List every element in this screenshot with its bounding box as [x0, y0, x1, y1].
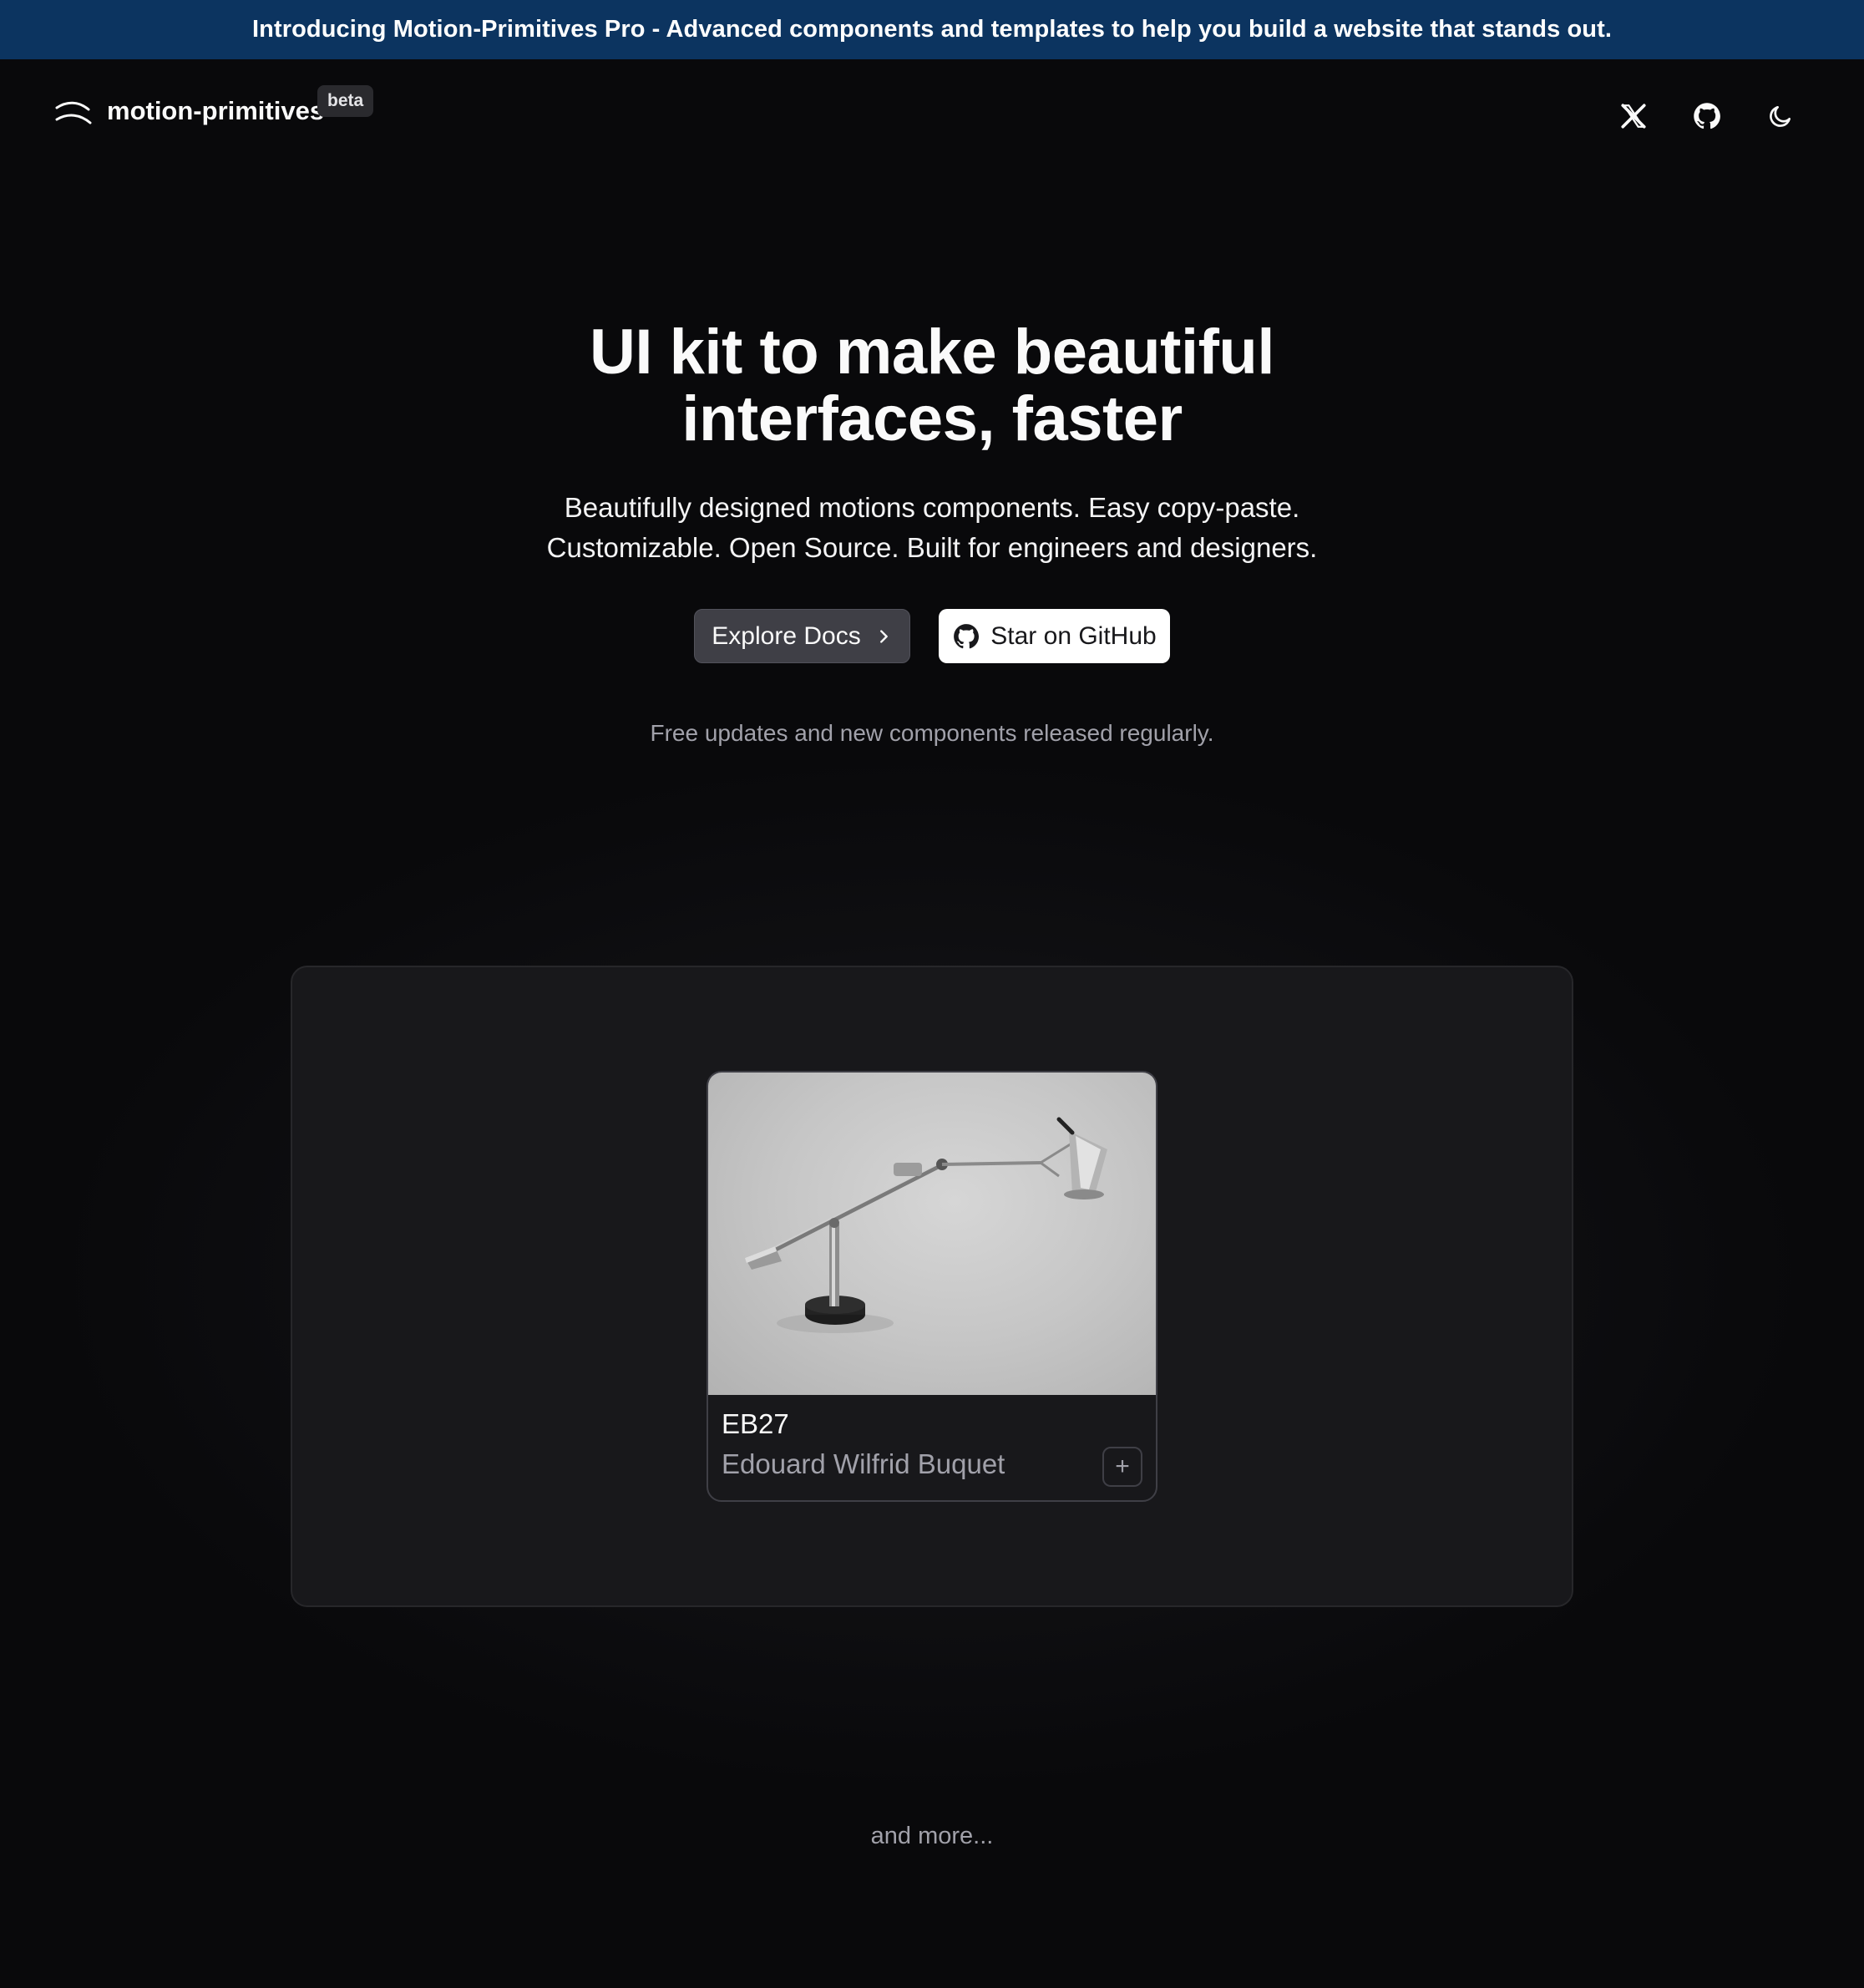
add-button[interactable]: + [1102, 1447, 1142, 1487]
logo-text[interactable]: motion-primitives [107, 96, 324, 126]
hero-title-line-2: interfaces, faster [681, 383, 1183, 454]
card-subtitle: Edouard Wilfrid Buquet [722, 1448, 1005, 1479]
and-more-text: and more... [870, 1823, 994, 1849]
announcement-text[interactable]: Introducing Motion-Primitives Pro - Adva… [252, 16, 1612, 43]
updates-note: Free updates and new components released… [650, 720, 1214, 746]
hero-title: UI kit to make beautiful interfaces, fas… [0, 319, 1864, 453]
x-logo-icon[interactable] [1610, 93, 1657, 139]
hero-subtitle-line-1: Beautifully designed motions components.… [564, 492, 1300, 523]
chevron-right-icon [879, 629, 888, 643]
plus-icon: + [1115, 1453, 1130, 1480]
github-icon[interactable] [1684, 93, 1730, 139]
moon-icon[interactable] [1757, 93, 1804, 139]
card-title: EB27 [722, 1408, 789, 1439]
star-on-github-button[interactable]: Star on GitHub [939, 609, 1170, 663]
lamp-image[interactable] [708, 1073, 1156, 1395]
hero-title-line-1: UI kit to make beautiful [590, 317, 1274, 388]
logo-icon[interactable] [55, 99, 92, 128]
product-card[interactable]: EB27 Edouard Wilfrid Buquet + [707, 1071, 1157, 1502]
site-header: motion-primitives beta [0, 59, 1864, 168]
beta-badge: beta [317, 85, 374, 117]
explore-docs-label: Explore Docs [712, 621, 861, 650]
github-icon [954, 623, 980, 648]
hero-subtitle-line-2: Customizable. Open Source. Built for eng… [546, 532, 1318, 563]
hero-subtitle: Beautifully designed motions components.… [0, 488, 1864, 568]
explore-docs-button[interactable]: Explore Docs [694, 609, 910, 663]
star-on-github-label: Star on GitHub [990, 621, 1157, 650]
announcement-banner[interactable]: Introducing Motion-Primitives Pro - Adva… [0, 0, 1864, 59]
